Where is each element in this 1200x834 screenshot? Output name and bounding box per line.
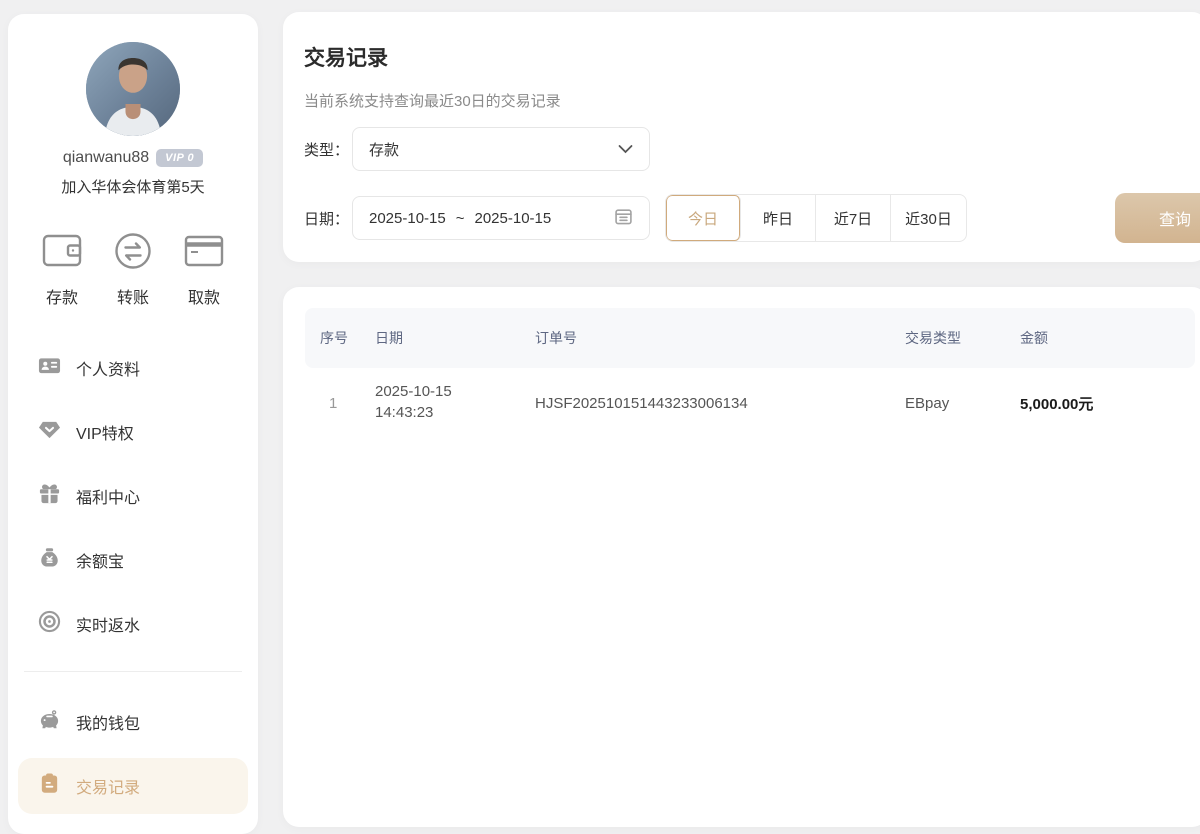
page-title: 交易记录 bbox=[304, 42, 388, 72]
range-30days-button[interactable]: 近30日 bbox=[891, 195, 966, 241]
quick-action-label: 取款 bbox=[188, 284, 220, 308]
transaction-record-icon bbox=[38, 772, 61, 800]
sidebar-item-label: 福利中心 bbox=[76, 484, 140, 508]
quick-actions: 存款 转账 取款 bbox=[34, 232, 232, 308]
chevron-down-icon bbox=[618, 141, 633, 158]
money-bag-icon bbox=[38, 546, 61, 574]
row-amount: 5,000.00元 bbox=[1020, 393, 1195, 414]
column-header-index: 序号 bbox=[320, 328, 375, 348]
sidebar: qianwanu88 VIP 0 加入华体会体育第5天 存款 bbox=[8, 14, 258, 834]
sidebar-item-vip[interactable]: VIP特权 bbox=[8, 400, 258, 464]
sidebar-item-rebate[interactable]: 实时返水 bbox=[8, 592, 258, 656]
sidebar-item-label: 实时返水 bbox=[76, 612, 140, 636]
transfer-button[interactable]: 转账 bbox=[105, 232, 161, 308]
avatar-image bbox=[86, 42, 180, 136]
sidebar-item-transaction-records[interactable]: 交易记录 bbox=[18, 758, 248, 814]
quick-range-group: 今日 昨日 近7日 近30日 bbox=[665, 194, 967, 242]
type-filter-row: 类型： 存款 bbox=[304, 127, 650, 171]
date-separator: ~ bbox=[456, 210, 465, 227]
table-row: 1 2025-10-15 14:43:23 HJSF20251015144323… bbox=[305, 375, 1195, 431]
sidebar-item-label: VIP特权 bbox=[76, 420, 134, 444]
row-date: 2025-10-15 bbox=[375, 383, 452, 400]
page-subtitle: 当前系统支持查询最近30日的交易记录 bbox=[304, 90, 561, 111]
range-today-button[interactable]: 今日 bbox=[666, 195, 741, 241]
calendar-icon bbox=[614, 207, 633, 230]
sidebar-divider bbox=[24, 671, 242, 672]
search-button[interactable]: 查询 bbox=[1115, 193, 1200, 243]
row-datetime: 2025-10-15 14:43:23 bbox=[375, 382, 535, 423]
username: qianwanu88 bbox=[63, 149, 149, 167]
join-days-text: 加入华体会体育第5天 bbox=[8, 176, 258, 197]
withdraw-button[interactable]: 取款 bbox=[176, 232, 232, 308]
rebate-coin-icon bbox=[38, 610, 61, 638]
sidebar-item-profile[interactable]: 个人资料 bbox=[8, 336, 258, 400]
deposit-button[interactable]: 存款 bbox=[34, 232, 90, 308]
filter-panel: 交易记录 当前系统支持查询最近30日的交易记录 类型： 存款 日期： 2025-… bbox=[283, 12, 1200, 262]
wallet-icon bbox=[42, 232, 82, 275]
records-table-panel: 序号 日期 订单号 交易类型 金额 1 2025-10-15 14:43:23 … bbox=[283, 287, 1200, 827]
range-yesterday-button[interactable]: 昨日 bbox=[741, 195, 816, 241]
sidebar-item-label: 个人资料 bbox=[76, 356, 140, 380]
profile-section: qianwanu88 VIP 0 加入华体会体育第5天 bbox=[8, 42, 258, 197]
transaction-records-page: { "colors": { "accent": "#c9a87e", "acce… bbox=[0, 0, 1200, 814]
column-header-order-no: 订单号 bbox=[535, 328, 905, 348]
vip-gem-icon bbox=[38, 418, 61, 446]
sidebar-item-benefits[interactable]: 福利中心 bbox=[8, 464, 258, 528]
gift-icon bbox=[38, 482, 61, 510]
vip-level-badge: VIP 0 bbox=[156, 149, 203, 167]
piggy-bank-icon bbox=[38, 708, 61, 736]
row-index: 1 bbox=[320, 395, 375, 412]
date-label: 日期： bbox=[304, 208, 352, 229]
date-end-value: 2025-10-15 bbox=[475, 210, 552, 227]
avatar[interactable] bbox=[86, 42, 180, 136]
sidebar-menu: 个人资料 VIP特权 福利中心 bbox=[8, 336, 258, 656]
type-select-value: 存款 bbox=[369, 139, 618, 160]
sidebar-wallet-menu: 我的钱包 交易记录 bbox=[8, 690, 258, 814]
sidebar-item-yuebao[interactable]: 余额宝 bbox=[8, 528, 258, 592]
date-start-value: 2025-10-15 bbox=[369, 210, 446, 227]
sidebar-item-label: 我的钱包 bbox=[76, 710, 140, 734]
date-filter-row: 日期： 2025-10-15 ~ 2025-10-15 bbox=[304, 196, 650, 240]
column-header-amount: 金额 bbox=[1020, 328, 1195, 348]
sidebar-item-label: 余额宝 bbox=[76, 548, 124, 572]
transfer-icon bbox=[113, 232, 153, 275]
date-range-input[interactable]: 2025-10-15 ~ 2025-10-15 bbox=[352, 196, 650, 240]
quick-action-label: 存款 bbox=[46, 284, 78, 308]
bank-card-icon bbox=[184, 232, 224, 275]
row-time: 14:43:23 bbox=[375, 404, 433, 421]
type-select[interactable]: 存款 bbox=[352, 127, 650, 171]
column-header-type: 交易类型 bbox=[905, 328, 1020, 348]
row-order-no: HJSF202510151443233006134 bbox=[535, 395, 905, 412]
sidebar-item-label: 交易记录 bbox=[76, 774, 140, 798]
id-card-icon bbox=[38, 354, 61, 382]
row-transaction-type: EBpay bbox=[905, 395, 1020, 412]
type-label: 类型： bbox=[304, 139, 352, 160]
sidebar-item-my-wallet[interactable]: 我的钱包 bbox=[8, 690, 258, 754]
column-header-date: 日期 bbox=[375, 328, 535, 348]
table-header-row: 序号 日期 订单号 交易类型 金额 bbox=[305, 308, 1195, 368]
range-7days-button[interactable]: 近7日 bbox=[816, 195, 891, 241]
quick-action-label: 转账 bbox=[117, 284, 149, 308]
